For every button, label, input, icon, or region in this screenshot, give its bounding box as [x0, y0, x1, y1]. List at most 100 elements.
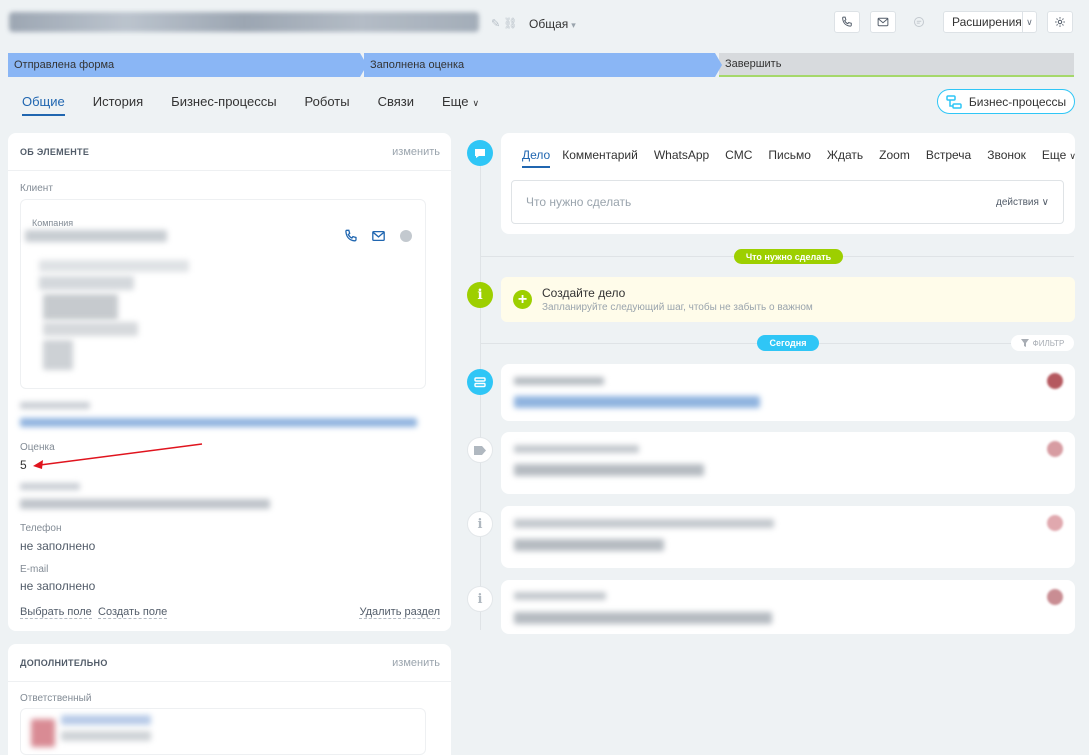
info-icon: i — [467, 282, 493, 308]
create-field-link[interactable]: Создать поле — [98, 606, 168, 619]
additional-card-header: ДОПОЛНИТЕЛЬНО изменить — [8, 644, 451, 682]
about-element-card: ОБ ЭЛЕМЕНТЕ изменить Клиент Компания Оце… — [8, 133, 451, 631]
tab-business-processes[interactable]: Бизнес-процессы — [171, 94, 276, 116]
plus-icon[interactable]: + — [513, 290, 532, 309]
comment-bubble-icon — [467, 140, 493, 166]
list-icon — [467, 369, 493, 395]
task-input-placeholder: Что нужно сделать — [526, 195, 632, 209]
editor-tab-task[interactable]: Дело — [522, 148, 551, 168]
editor-tab-zoom[interactable]: Zoom — [879, 148, 910, 168]
editor-tab-comment[interactable]: Комментарий — [562, 148, 638, 168]
create-task-card[interactable]: + Создайте дело Запланируйте следующий ш… — [501, 277, 1075, 322]
editor-tab-sms[interactable]: СМС — [725, 148, 752, 168]
avatar — [1047, 373, 1063, 389]
create-task-title: Создайте дело — [542, 286, 626, 300]
tab-history[interactable]: История — [93, 94, 143, 116]
phone-icon[interactable] — [344, 229, 358, 243]
client-label: Клиент — [20, 183, 53, 194]
contact-redacted — [39, 276, 134, 290]
additional-card-title: ДОПОЛНИТЕЛЬНО — [20, 657, 108, 668]
chevron-down-icon: ∨ — [1041, 196, 1049, 208]
rating-value: 5 — [20, 458, 27, 472]
stage-progress-bar: Отправлена форма Заполнена оценка Заверш… — [8, 53, 1074, 77]
settings-button[interactable] — [1047, 11, 1073, 33]
about-edit-link[interactable]: изменить — [392, 146, 440, 158]
actions-dropdown[interactable]: действия ∨ — [996, 197, 1049, 208]
responsible-label: Ответственный — [20, 693, 92, 704]
category-selector[interactable]: Общая ▾ — [529, 17, 576, 31]
contact-redacted — [43, 294, 118, 320]
editor-tab-call[interactable]: Звонок — [987, 148, 1026, 168]
stage-rating-filled[interactable]: Заполнена оценка — [364, 53, 722, 77]
chat-icon — [914, 17, 924, 27]
tab-general[interactable]: Общие — [22, 94, 65, 116]
create-task-subtitle: Запланируйте следующий шаг, чтобы не заб… — [542, 302, 813, 313]
field-label-redacted — [20, 402, 90, 409]
client-box: Компания — [20, 199, 426, 389]
company-name-redacted — [25, 230, 167, 242]
title-edit-icons[interactable]: ✎ ⛓ — [491, 17, 517, 30]
email-value: не заполнено — [20, 579, 96, 593]
choose-field-link[interactable]: Выбрать поле — [20, 606, 92, 619]
email-button[interactable] — [870, 11, 896, 33]
event-text-redacted — [514, 612, 772, 624]
call-button[interactable] — [834, 11, 860, 33]
event-header-redacted — [514, 445, 639, 453]
chevron-down-icon[interactable]: ∨ — [1021, 12, 1036, 32]
link-icon[interactable]: ⛓ — [503, 18, 517, 30]
field-value-redacted — [20, 499, 270, 509]
editor-tab-wait[interactable]: Ждать — [827, 148, 863, 168]
timeline-event[interactable] — [501, 580, 1075, 634]
event-link-redacted[interactable] — [514, 396, 760, 408]
additional-edit-link[interactable]: изменить — [392, 657, 440, 669]
contact-redacted — [43, 340, 73, 370]
contact-redacted — [43, 322, 138, 336]
timeline-line — [480, 160, 481, 630]
filter-button[interactable]: ФИЛЬТР — [1011, 335, 1074, 351]
business-processes-button[interactable]: Бизнес-процессы — [937, 89, 1075, 114]
today-pill: Сегодня — [757, 335, 819, 351]
editor-tab-letter[interactable]: Письмо — [768, 148, 811, 168]
avatar — [1047, 441, 1063, 457]
stage-form-sent[interactable]: Отправлена форма — [8, 53, 367, 77]
chat-icon[interactable] — [400, 230, 412, 242]
delete-section-link[interactable]: Удалить раздел — [359, 606, 440, 619]
envelope-icon[interactable] — [371, 229, 386, 243]
gear-icon — [1055, 17, 1065, 27]
field-link-redacted[interactable] — [20, 418, 417, 427]
chat-button[interactable] — [906, 11, 932, 33]
tab-robots[interactable]: Роботы — [305, 94, 350, 116]
task-input[interactable]: Что нужно сделать действия ∨ — [511, 180, 1064, 224]
user-name-redacted — [61, 731, 151, 741]
extensions-button[interactable]: Расширения ∨ — [943, 11, 1037, 33]
event-text-redacted — [514, 539, 664, 551]
rating-label: Оценка — [20, 442, 55, 453]
avatar — [1047, 515, 1063, 531]
phone-value: не заполнено — [20, 539, 96, 553]
responsible-box[interactable] — [20, 708, 426, 755]
deal-title-redacted — [9, 12, 479, 32]
event-text-redacted — [514, 464, 704, 476]
event-header-redacted — [514, 592, 606, 600]
tab-relations[interactable]: Связи — [378, 94, 414, 116]
timeline-event[interactable] — [501, 506, 1075, 568]
stage-finish[interactable]: Завершить — [719, 53, 1074, 77]
pencil-icon[interactable]: ✎ — [491, 18, 500, 30]
phone-label: Телефон — [20, 523, 62, 534]
chevron-down-icon: ∨ — [1069, 151, 1076, 161]
editor-tab-meeting[interactable]: Встреча — [926, 148, 971, 168]
avatar — [31, 719, 55, 747]
additional-card: ДОПОЛНИТЕЛЬНО изменить Ответственный — [8, 644, 451, 755]
about-card-header: ОБ ЭЛЕМЕНТЕ изменить — [8, 133, 451, 171]
user-name-redacted — [61, 715, 151, 725]
editor-tab-more[interactable]: Еще ∨ — [1042, 148, 1076, 168]
main-tabs: Общие История Бизнес-процессы Роботы Свя… — [22, 94, 507, 116]
phone-icon — [842, 16, 852, 27]
tab-more[interactable]: Еще ∨ — [442, 94, 479, 116]
editor-tab-whatsapp[interactable]: WhatsApp — [654, 148, 709, 168]
company-label: Компания — [32, 218, 74, 228]
timeline-event[interactable] — [501, 364, 1075, 421]
caret-down-icon: ▾ — [571, 20, 576, 30]
timeline-event[interactable] — [501, 432, 1075, 494]
email-label: E-mail — [20, 564, 49, 575]
